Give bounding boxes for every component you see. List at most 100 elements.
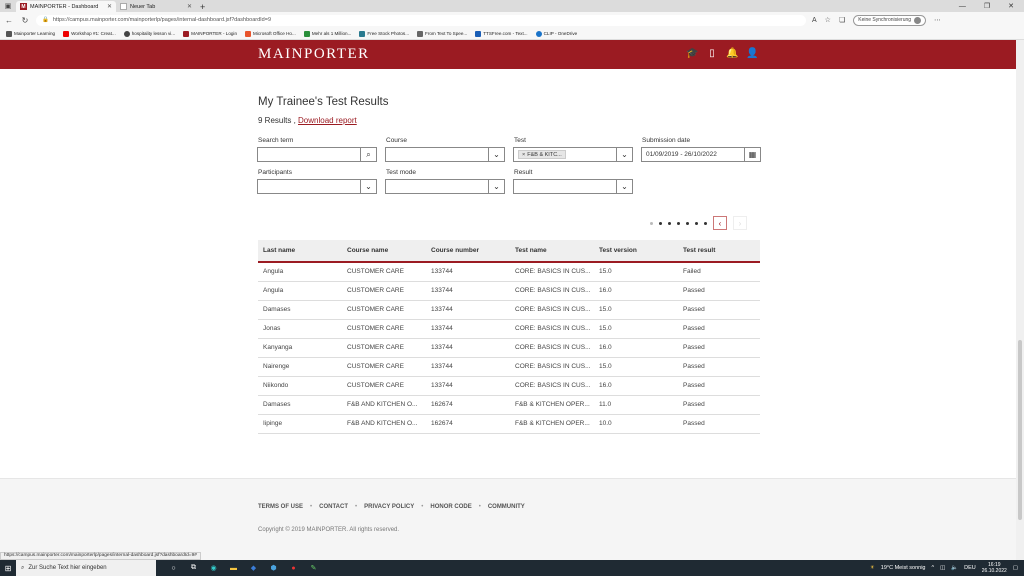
next-page-button[interactable]: ›	[733, 216, 747, 230]
column-header[interactable]: Last name	[258, 240, 342, 263]
course-name-cell: CUSTOMER CARE	[342, 262, 426, 282]
chevron-down-icon: ⌄	[360, 180, 376, 193]
bell-icon[interactable]: 🔔	[726, 48, 738, 59]
table-row[interactable]: Niikondo CUSTOMER CARE 133744 CORE: BASICS …	[258, 376, 760, 396]
test-select[interactable]: × F&B & KITC... ⌄	[513, 147, 633, 162]
volume-icon[interactable]: 🔈	[951, 565, 958, 571]
file-explorer-icon[interactable]: ▬	[228, 563, 239, 574]
table-row[interactable]: Damases CUSTOMER CARE 133744 CORE: BASICS I…	[258, 300, 760, 320]
result-label: Result	[514, 169, 533, 176]
page-dot[interactable]	[668, 221, 671, 225]
community-link[interactable]: COMMUNITY	[488, 504, 525, 510]
dropbox-icon[interactable]: ◆	[248, 563, 259, 574]
page-dot[interactable]	[650, 221, 653, 225]
close-window-icon[interactable]: ✕	[1008, 2, 1014, 10]
terms-link[interactable]: TERMS OF USE	[258, 504, 303, 510]
favorite-item[interactable]: CLIP - OneDrive	[535, 30, 577, 37]
column-header[interactable]: Test version	[594, 240, 678, 263]
collections-icon[interactable]: ❏	[839, 16, 845, 24]
table-row[interactable]: Damases F&B AND KITCHEN O... 162674 F&B & K…	[258, 395, 760, 415]
table-row[interactable]: Jonas CUSTOMER CARE 133744 CORE: BASICS IN …	[258, 319, 760, 339]
tab-mainporter-dashboard[interactable]: M MAINPORTER - Dashboard ✕	[16, 1, 116, 12]
search-icon[interactable]: ⌕	[360, 148, 376, 161]
minimize-icon[interactable]: —	[959, 3, 966, 10]
window-menu-icon[interactable]: ▣	[0, 0, 16, 12]
favorite-item[interactable]: Workshop #1: Creat...	[63, 30, 116, 37]
column-header[interactable]: Test result	[678, 240, 760, 263]
result-select[interactable]: ⌄	[513, 179, 633, 194]
course-select[interactable]: ⌄	[385, 147, 505, 162]
read-aloud-icon[interactable]: A	[812, 17, 817, 24]
search-input[interactable]: ⌕	[257, 147, 377, 162]
store-icon[interactable]: ⬢	[268, 563, 279, 574]
graduation-cap-icon[interactable]: 🎓	[686, 48, 698, 59]
table-row[interactable]: Angula CUSTOMER CARE 133744 CORE: BASICS IN…	[258, 262, 760, 282]
more-menu-icon[interactable]: ⋯	[934, 16, 941, 24]
document-icon[interactable]: ▯	[706, 48, 718, 59]
scrollbar-thumb[interactable]	[1018, 340, 1022, 520]
test-mode-select[interactable]: ⌄	[385, 179, 505, 194]
notification-icon[interactable]: ▢	[1013, 565, 1018, 571]
windows-start-icon[interactable]: ⊞	[0, 564, 16, 573]
cortana-icon[interactable]: ○	[168, 563, 179, 574]
prev-page-button[interactable]: ‹	[713, 216, 727, 230]
participants-select[interactable]: ⌄	[257, 179, 377, 194]
weather-text[interactable]: 19°C Meist sonnig	[881, 565, 926, 571]
favorite-item[interactable]: TTSFree.com - Text...	[475, 30, 528, 37]
table-row[interactable]: Kanyanga CUSTOMER CARE 133744 CORE: BASICS …	[258, 338, 760, 358]
url-field[interactable]: 🔒 https://campus.mainporter.com/mainport…	[36, 14, 806, 26]
favorite-item[interactable]: Mehr als 1 Million...	[303, 30, 351, 37]
favorite-item[interactable]: Microsoft Office Ho...	[245, 30, 296, 37]
back-icon[interactable]: ←	[4, 16, 14, 25]
edge-icon[interactable]: ◉	[208, 563, 219, 574]
windows-taskbar: ⊞ ⌕ Zur Suche Text hier eingeben ○ ⧉ ◉ ▬…	[0, 560, 1024, 576]
task-view-icon[interactable]: ⧉	[188, 563, 199, 574]
taskbar-search[interactable]: ⌕ Zur Suche Text hier eingeben	[16, 560, 156, 576]
privacy-link[interactable]: PRIVACY POLICY	[364, 504, 414, 510]
download-report-link[interactable]: Download report	[298, 116, 357, 125]
column-header[interactable]: Test name	[510, 240, 594, 263]
chip-remove-icon[interactable]: ×	[522, 152, 525, 158]
mainporter-logo[interactable]: MAINPORTER	[258, 46, 370, 63]
table-row[interactable]: Nairenge CUSTOMER CARE 133744 CORE: BASICS …	[258, 357, 760, 377]
page-dot[interactable]	[704, 221, 707, 225]
user-icon[interactable]: 👤	[746, 48, 758, 59]
test-version-cell: 16.0	[594, 281, 678, 301]
favorite-item[interactable]: From Text To Spee...	[417, 30, 467, 37]
favorite-item[interactable]: Mainporter Learning	[6, 30, 55, 37]
maximize-icon[interactable]: ❐	[984, 2, 990, 10]
column-header[interactable]: Course name	[342, 240, 426, 263]
tray-expand-icon[interactable]: ^	[931, 565, 934, 571]
close-tab-icon[interactable]: ✕	[107, 3, 112, 10]
clock-date: 26.10.2022	[981, 568, 1007, 574]
submission-date-field[interactable]: 01/09/2019 - 26/10/2022 ▦	[641, 147, 761, 162]
tab-new-tab[interactable]: Neuer Tab ✕	[116, 1, 196, 12]
weather-icon[interactable]: ☀	[870, 565, 875, 571]
language-indicator[interactable]: DEU	[964, 565, 976, 571]
test-chip[interactable]: × F&B & KITC...	[518, 150, 566, 159]
favorite-item[interactable]: hospitality lesson vi...	[123, 30, 175, 37]
page-dot[interactable]	[659, 221, 662, 225]
column-header[interactable]: Course number	[426, 240, 510, 263]
favorite-item[interactable]: MAINPORTER - Login	[183, 30, 237, 37]
reload-icon[interactable]: ↻	[20, 16, 30, 25]
favorite-star-icon[interactable]: ☆	[825, 16, 831, 24]
clock[interactable]: 16:19 26.10.2022	[982, 562, 1007, 574]
contact-link[interactable]: CONTACT	[319, 504, 348, 510]
honor-code-link[interactable]: HONOR CODE	[430, 504, 471, 510]
page-dot[interactable]	[677, 221, 680, 225]
new-tab-button[interactable]: +	[196, 2, 209, 12]
page-dot[interactable]	[695, 221, 698, 225]
favorite-item[interactable]: Free Stock Photos...	[359, 30, 409, 37]
profile-sync-button[interactable]: Keine Synchronisierung	[853, 14, 927, 26]
test-result-cell: Passed	[678, 357, 760, 377]
page-dot[interactable]	[686, 221, 689, 225]
network-icon[interactable]: ◫	[940, 565, 945, 571]
calendar-icon[interactable]: ▦	[744, 148, 760, 161]
app-red-icon[interactable]: ●	[288, 563, 299, 574]
close-tab-icon[interactable]: ✕	[187, 3, 192, 10]
app-green-icon[interactable]: ✎	[308, 563, 319, 574]
page-scrollbar[interactable]	[1016, 40, 1024, 562]
table-row[interactable]: Angula CUSTOMER CARE 133744 CORE: BASICS IN…	[258, 281, 760, 301]
table-row[interactable]: Iipinge F&B AND KITCHEN O... 162674 F&B & K…	[258, 414, 760, 434]
